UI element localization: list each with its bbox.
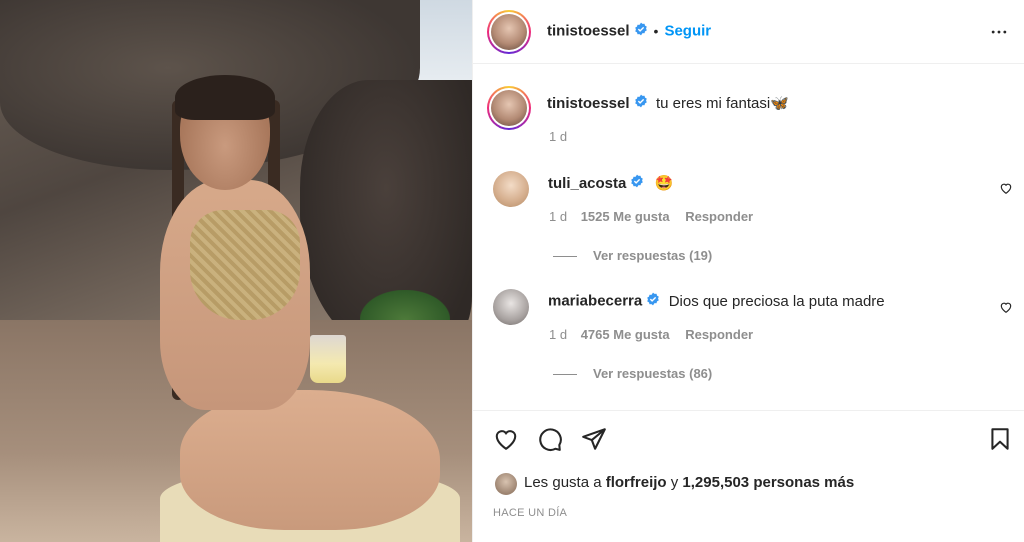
comment-row: mariabecerra Dios que preciosa la puta m…	[548, 292, 885, 311]
reply-button[interactable]: Responder	[685, 327, 753, 342]
comment-heart-icon[interactable]	[999, 181, 1013, 200]
comment-username[interactable]: mariabecerra	[548, 293, 642, 310]
comment-heart-icon[interactable]	[999, 300, 1013, 319]
comment-icon[interactable]	[537, 426, 563, 457]
likes-middle: y	[670, 474, 679, 491]
bookmark-icon[interactable]	[987, 426, 1013, 457]
view-replies-label: Ver respuestas (19)	[593, 248, 713, 263]
more-icon[interactable]	[989, 22, 1009, 47]
caption-row: tinistoessel tu eres mi fantasi🦋	[547, 94, 789, 113]
comment-time: 1 d	[549, 209, 568, 224]
separator-dot: •	[653, 22, 659, 39]
comment-time: 1 d	[549, 327, 568, 342]
replies-line	[553, 256, 577, 258]
comment-avatar[interactable]	[493, 289, 529, 325]
photo-person	[120, 75, 440, 540]
caption-text: tu eres mi fantasi🦋	[655, 95, 789, 112]
caption-time: 1 d	[549, 129, 568, 144]
post-timestamp: HACE UN DÍA	[493, 507, 568, 519]
reply-button[interactable]: Responder	[685, 209, 753, 224]
verified-badge-icon	[630, 174, 644, 193]
view-replies-label: Ver respuestas (86)	[593, 366, 713, 381]
header-author-row: tinistoessel • Seguir	[547, 22, 711, 41]
comment-username[interactable]: tuli_acosta	[548, 175, 626, 192]
post-image[interactable]	[0, 0, 472, 542]
view-replies-button[interactable]: Ver respuestas (19)	[553, 248, 712, 263]
likes-prefix: Les gusta a	[524, 474, 602, 491]
heart-icon[interactable]	[493, 426, 519, 457]
verified-badge-icon	[634, 22, 648, 41]
follow-button[interactable]: Seguir	[664, 23, 711, 40]
caption-author-avatar[interactable]	[487, 86, 531, 130]
post-panel: tinistoessel • Seguir tinistoessel tu eres…	[472, 0, 1024, 542]
comment-likes[interactable]: 1525 Me gusta	[581, 209, 670, 224]
post-header: tinistoessel • Seguir	[473, 0, 1024, 64]
verified-badge-icon	[646, 292, 660, 311]
comment-row: tuli_acosta 🤩	[548, 174, 674, 193]
photo-cup	[310, 335, 346, 383]
author-avatar[interactable]	[487, 10, 531, 54]
likes-summary: Les gusta a florfreijo y 1,295,503 perso…	[524, 474, 854, 491]
likes-count[interactable]: 1,295,503 personas más	[682, 474, 854, 491]
comment-meta: 1 d 1525 Me gusta Responder	[549, 209, 753, 224]
comment-likes[interactable]: 4765 Me gusta	[581, 327, 670, 342]
comment-meta: 1 d 4765 Me gusta Responder	[549, 327, 753, 342]
share-icon[interactable]	[581, 426, 607, 457]
caption-username[interactable]: tinistoessel	[547, 95, 630, 112]
verified-badge-icon	[634, 94, 648, 113]
comment-text: Dios que preciosa la puta madre	[668, 292, 885, 310]
liker-username[interactable]: florfreijo	[606, 474, 667, 491]
comment-avatar[interactable]	[493, 171, 529, 207]
liker-avatar[interactable]	[495, 473, 517, 495]
view-replies-button[interactable]: Ver respuestas (86)	[553, 366, 712, 381]
replies-line	[553, 374, 577, 376]
comment-text: 🤩	[654, 175, 674, 192]
author-username[interactable]: tinistoessel	[547, 23, 630, 40]
